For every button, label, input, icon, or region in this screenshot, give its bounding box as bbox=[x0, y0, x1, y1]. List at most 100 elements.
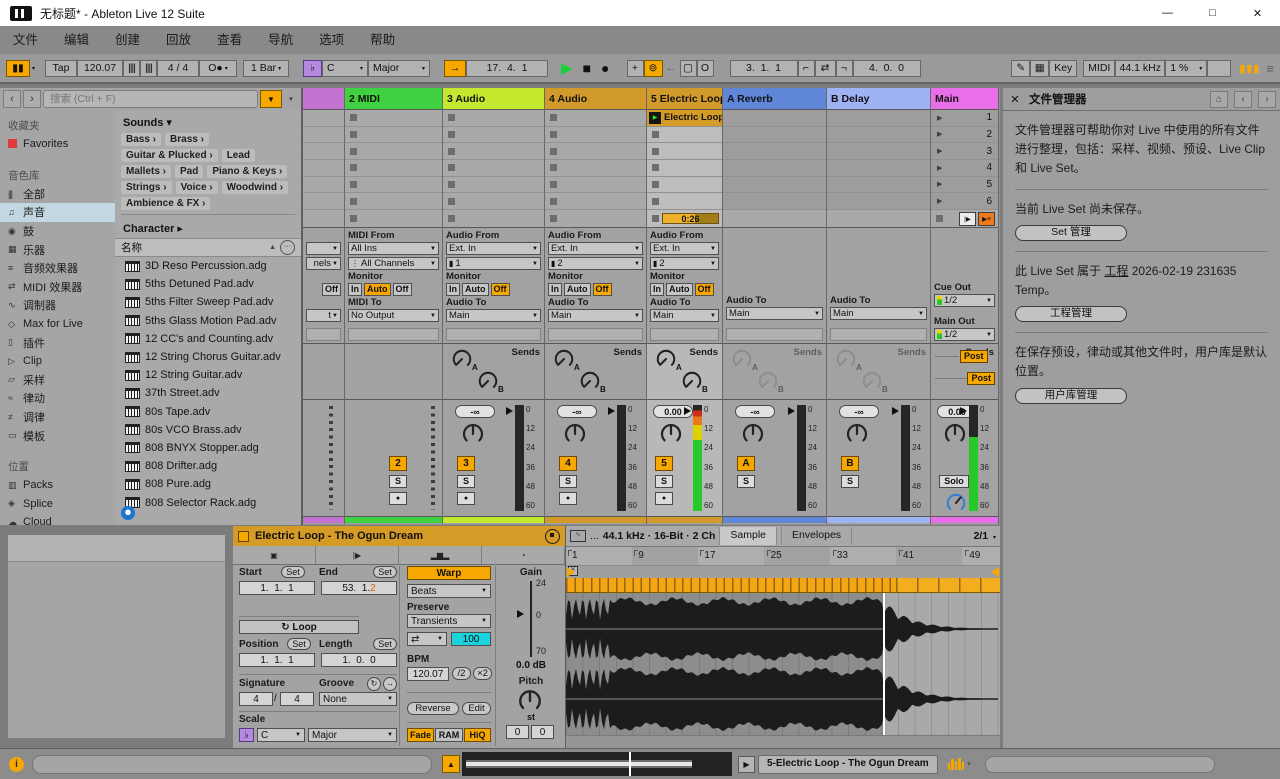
scene-slot[interactable]: ▶ 3 bbox=[931, 143, 998, 160]
browser-forward-button[interactable]: › bbox=[23, 90, 41, 108]
solo-button[interactable]: Solo bbox=[939, 475, 969, 488]
monitor-auto-button[interactable]: Auto bbox=[564, 283, 591, 296]
back-to-arrangement-button[interactable]: ▶≡ bbox=[978, 211, 995, 226]
send-b-knob[interactable] bbox=[579, 370, 601, 397]
home-icon[interactable]: ⌂ bbox=[1210, 90, 1228, 108]
hamburger-menu-icon[interactable]: ≡ bbox=[1266, 61, 1274, 76]
stop-button[interactable]: ■ bbox=[583, 60, 591, 76]
tap-tempo-button[interactable]: Tap bbox=[45, 59, 78, 77]
pan-knob[interactable] bbox=[659, 422, 683, 451]
segment-bpm-value[interactable]: 120.07 bbox=[407, 667, 449, 681]
track-header[interactable]: 3 Audio bbox=[443, 88, 544, 110]
sidebar-item-drum[interactable]: ◉ 鼓 bbox=[0, 222, 115, 241]
punch-out-button[interactable]: ¬ bbox=[835, 59, 853, 77]
sidebar-item-plugin[interactable]: ▯ 插件 bbox=[0, 333, 115, 352]
arm-button[interactable]: ● bbox=[457, 492, 475, 505]
clip-slot[interactable] bbox=[545, 159, 646, 177]
warp-button[interactable]: Warp bbox=[407, 566, 491, 580]
clip-slot[interactable] bbox=[647, 126, 722, 144]
menu-导航[interactable]: 导航 bbox=[255, 26, 306, 54]
fm-forward-button[interactable]: › bbox=[1258, 90, 1276, 108]
menu-查看[interactable]: 查看 bbox=[204, 26, 255, 54]
input-channel-chooser[interactable]: ▮ 2 ▼ bbox=[650, 257, 719, 270]
pan-knob[interactable] bbox=[943, 422, 967, 451]
sidebar-item-template[interactable]: ▭ 模板 bbox=[0, 426, 115, 445]
menu-帮助[interactable]: 帮助 bbox=[357, 26, 408, 54]
filter-tag[interactable]: Lead bbox=[221, 149, 256, 162]
start-value[interactable]: 1. 1. 1 bbox=[239, 581, 315, 595]
clip-slot[interactable] bbox=[545, 110, 646, 127]
clip-slot[interactable] bbox=[345, 159, 442, 177]
clip-listen-icon[interactable] bbox=[545, 528, 560, 544]
cue-volume-knob[interactable] bbox=[945, 492, 967, 519]
solo-button[interactable]: S bbox=[559, 475, 577, 488]
volume-fader-handle[interactable] bbox=[892, 407, 899, 415]
volume-fader-handle[interactable] bbox=[684, 407, 691, 415]
loop-start-marker[interactable] bbox=[567, 567, 575, 577]
set-end-button[interactable]: Set bbox=[373, 566, 397, 578]
midi-map-button[interactable]: MIDI bbox=[1083, 59, 1116, 77]
arm-button[interactable]: ● bbox=[559, 492, 577, 505]
output-type-chooser[interactable]: Main ▼ bbox=[548, 309, 643, 322]
clip-slot[interactable] bbox=[443, 193, 544, 210]
loop-end-marker[interactable] bbox=[991, 567, 999, 577]
set-start-button[interactable]: Set bbox=[281, 566, 305, 578]
tab-audio[interactable]: ▂▆▂ bbox=[399, 546, 482, 564]
clip-slot[interactable] bbox=[345, 110, 442, 127]
signature-numerator[interactable]: 4 bbox=[239, 692, 273, 706]
clip-stop-row[interactable] bbox=[723, 210, 826, 228]
sidebar-item-packs[interactable]: ▥ Packs bbox=[0, 476, 115, 495]
filter-tag[interactable]: Bass › bbox=[121, 133, 162, 146]
scale-name-chooser[interactable]: Major ▾ bbox=[368, 59, 431, 77]
input-channel-chooser[interactable]: nels ▼ bbox=[306, 257, 341, 270]
clip-slot[interactable] bbox=[647, 159, 722, 177]
send-a-knob[interactable] bbox=[451, 348, 473, 375]
close-icon[interactable]: ✕ bbox=[1007, 93, 1023, 106]
clip-root-chooser[interactable]: C ▼ bbox=[257, 728, 305, 742]
maximize-button[interactable]: □ bbox=[1190, 0, 1235, 26]
send-a-knob[interactable] bbox=[553, 348, 575, 375]
sidebar-item-groove[interactable]: ≈ 律动 bbox=[0, 389, 115, 408]
solo-button[interactable]: S bbox=[655, 475, 673, 488]
transient-loop-mode-chooser[interactable]: ⇄ ▼ bbox=[407, 632, 447, 646]
volume-display[interactable]: -∞ bbox=[557, 405, 597, 418]
pan-knob[interactable] bbox=[741, 422, 765, 451]
send-a-post-toggle[interactable]: Post bbox=[960, 350, 988, 363]
preview-play-button[interactable]: ▶ bbox=[738, 755, 755, 773]
loop-length-field[interactable]: 4. 0. 0 bbox=[852, 59, 921, 77]
tab-clip[interactable]: ▣ bbox=[233, 546, 316, 564]
menu-选项[interactable]: 选项 bbox=[306, 26, 357, 54]
sidebar-item-favorites[interactable]: Favorites bbox=[0, 135, 115, 154]
input-channel-chooser[interactable]: ▮ 2 ▼ bbox=[548, 257, 643, 270]
end-value[interactable]: 53. 1.2 bbox=[321, 581, 397, 595]
loop-capture-button[interactable]: O bbox=[696, 59, 714, 77]
clip-slot[interactable] bbox=[443, 143, 544, 160]
clip-slot[interactable] bbox=[345, 126, 442, 144]
output-type-chooser[interactable]: t ▼ bbox=[306, 309, 341, 322]
sidebar-item-sample[interactable]: ▱ 采样 bbox=[0, 371, 115, 390]
hiq-toggle[interactable]: HiQ bbox=[464, 728, 491, 742]
browser-file-row[interactable]: 808 Selector Rack.adg bbox=[115, 493, 301, 511]
scale-mode-icon[interactable]: ♭ bbox=[303, 59, 323, 77]
input-channel-chooser[interactable]: ⋮ All Channels ▼ bbox=[348, 257, 439, 270]
pan-knob[interactable] bbox=[845, 422, 869, 451]
clip-slot[interactable] bbox=[303, 159, 344, 177]
preserve-chooser[interactable]: Transients ▼ bbox=[407, 614, 491, 628]
filter-tag[interactable]: Pad bbox=[175, 165, 204, 178]
browser-file-row[interactable]: 12 CC's and Counting.adv bbox=[115, 330, 301, 348]
solo-button[interactable]: S bbox=[389, 475, 407, 488]
filter-button[interactable]: ▼ bbox=[260, 90, 282, 108]
clip-slot[interactable] bbox=[345, 176, 442, 194]
overdub-plus-button[interactable]: + bbox=[626, 59, 644, 77]
send-a-knob[interactable] bbox=[835, 348, 857, 375]
key-map-button[interactable]: Key bbox=[1049, 59, 1078, 77]
track-activator[interactable]: B bbox=[841, 456, 859, 471]
fade-toggle[interactable]: Fade bbox=[407, 728, 434, 742]
send-b-knob[interactable] bbox=[757, 370, 779, 397]
sidebar-item-barcode[interactable]: ||| 全部 bbox=[0, 185, 115, 204]
input-type-chooser[interactable]: Ext. In ▼ bbox=[548, 242, 643, 255]
project-link[interactable]: 工程 bbox=[1104, 264, 1128, 278]
track-activator[interactable]: 2 bbox=[389, 456, 407, 471]
browser-file-row[interactable]: 808 BNYX Stopper.adg bbox=[115, 439, 301, 457]
clip-activator-icon[interactable] bbox=[238, 530, 249, 542]
